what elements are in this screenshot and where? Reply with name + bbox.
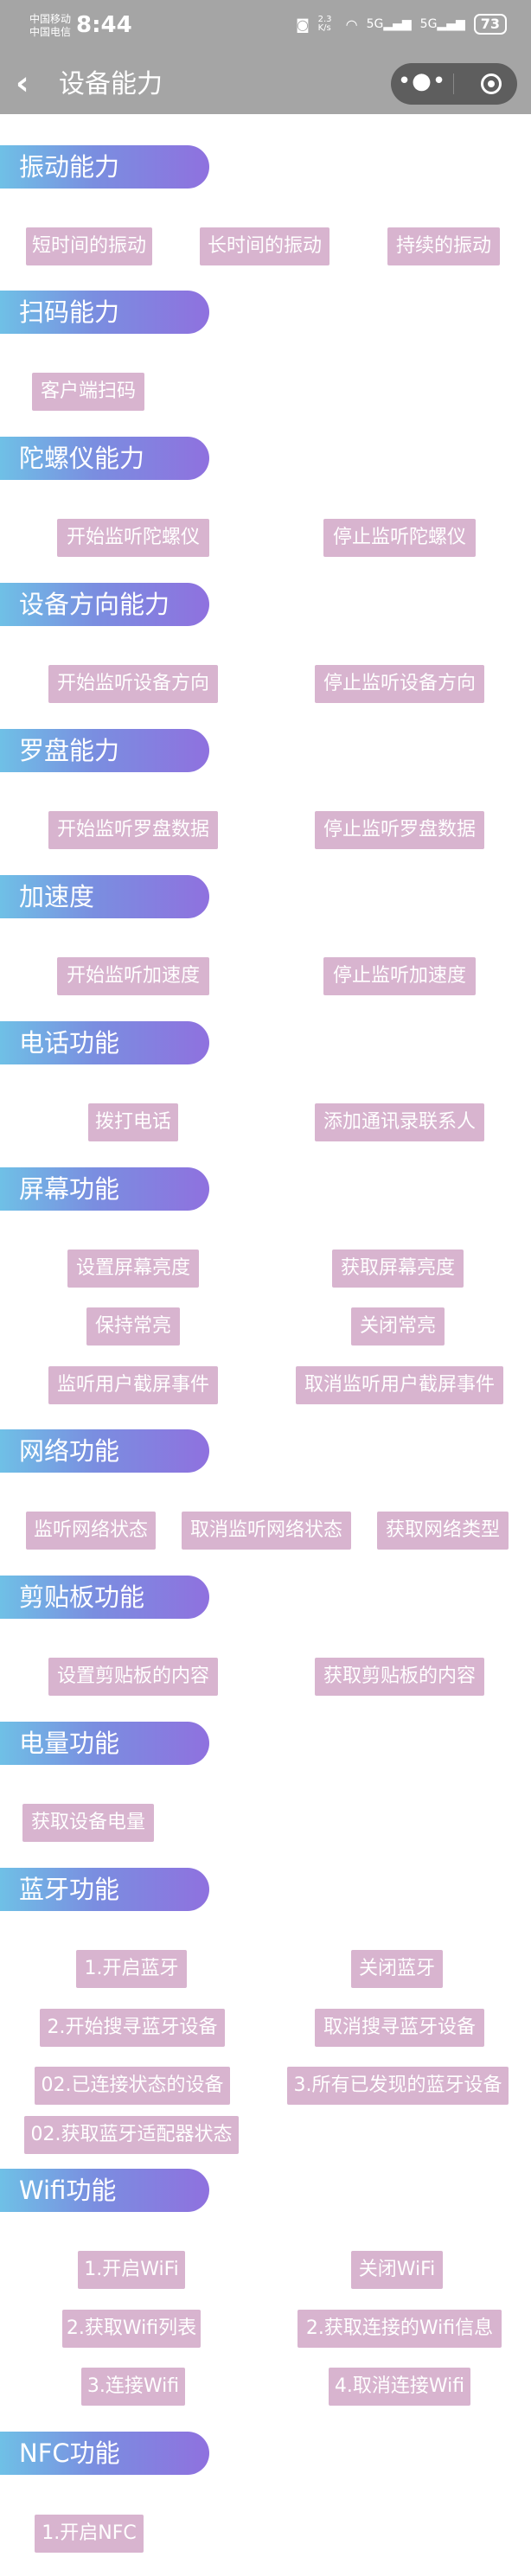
- section-header-gyroscope: 陀螺仪能力: [0, 437, 209, 480]
- carrier-info: 中国移动 中国电信: [29, 13, 71, 39]
- status-icons: ◙ 2.3 K/s ◠ 5G▂▄▆ 5G▂▄▆ 73: [296, 14, 507, 35]
- btn-open-nfc[interactable]: 1.开启NFC: [35, 2515, 144, 2553]
- btn-connect-wifi[interactable]: 3.连接Wifi: [81, 2368, 185, 2406]
- status-time: 8:44: [76, 12, 132, 38]
- btn-stop-orientation[interactable]: 停止监听设备方向: [315, 665, 484, 703]
- btn-stop-compass[interactable]: 停止监听罗盘数据: [315, 811, 484, 849]
- btn-listen-screenshot[interactable]: 监听用户截屏事件: [48, 1366, 218, 1404]
- btn-get-connected-wifi[interactable]: 2.获取连接的Wifi信息: [297, 2310, 502, 2348]
- section-header-bluetooth: 蓝牙功能: [0, 1868, 209, 1911]
- net-speed: 2.3 K/s: [317, 15, 332, 33]
- section-header-network: 网络功能: [0, 1429, 209, 1473]
- carrier-2: 中国电信: [29, 26, 72, 38]
- back-chevron-icon[interactable]: ‹: [16, 66, 42, 104]
- btn-client-scan[interactable]: 客户端扫码: [32, 373, 144, 411]
- btn-set-brightness[interactable]: 设置屏幕亮度: [67, 1250, 199, 1288]
- section-header-phone: 电话功能: [0, 1021, 209, 1064]
- btn-connected-devices[interactable]: 02.已连接状态的设备: [35, 2067, 230, 2105]
- more-dots-icon[interactable]: •●•: [391, 63, 453, 105]
- btn-start-gyroscope[interactable]: 开始监听陀螺仪: [57, 519, 209, 557]
- btn-cancel-listen-screenshot[interactable]: 取消监听用户截屏事件: [296, 1366, 503, 1404]
- top-bar: 中国移动 中国电信 8:44 ◙ 2.3 K/s ◠ 5G▂▄▆ 5G▂▄▆ 7…: [0, 0, 531, 114]
- btn-start-orientation[interactable]: 开始监听设备方向: [48, 665, 218, 703]
- battery-indicator: 73: [473, 14, 507, 35]
- page-title: 设备能力: [59, 69, 163, 99]
- mini-program-capsule: •●•: [391, 63, 517, 105]
- signal-2-icon: 5G▂▄▆: [419, 17, 465, 31]
- section-header-compass: 罗盘能力: [0, 729, 209, 772]
- btn-get-adapter-state[interactable]: 02.获取蓝牙适配器状态: [24, 2116, 239, 2154]
- section-header-screen: 屏幕功能: [0, 1167, 209, 1211]
- btn-start-compass[interactable]: 开始监听罗盘数据: [48, 811, 218, 849]
- btn-short-vibration[interactable]: 短时间的振动: [26, 227, 152, 265]
- section-header-scan: 扫码能力: [0, 291, 209, 334]
- section-header-vibration: 振动能力: [0, 145, 209, 189]
- btn-get-wifi-list[interactable]: 2.获取Wifi列表: [62, 2310, 201, 2348]
- capsule-divider: [453, 74, 454, 94]
- wifi-icon: ◠: [345, 16, 358, 33]
- btn-open-bluetooth[interactable]: 1.开启蓝牙: [76, 1950, 187, 1988]
- btn-all-discovered-devices[interactable]: 3.所有已发现的蓝牙设备: [287, 2067, 509, 2105]
- btn-stop-gyroscope[interactable]: 停止监听陀螺仪: [323, 519, 476, 557]
- btn-get-clipboard[interactable]: 获取剪贴板的内容: [315, 1658, 484, 1696]
- section-header-wifi: Wifi功能: [0, 2169, 209, 2212]
- nfc-icon: ◙: [296, 16, 310, 33]
- section-header-orientation: 设备方向能力: [0, 583, 209, 626]
- carrier-1: 中国移动: [29, 13, 72, 25]
- btn-continuous-vibration[interactable]: 持续的振动: [387, 227, 500, 265]
- btn-cancel-connect-wifi[interactable]: 4.取消连接Wifi: [329, 2368, 470, 2406]
- btn-close-wifi[interactable]: 关闭WiFi: [351, 2251, 443, 2289]
- btn-start-discovery[interactable]: 2.开始搜寻蓝牙设备: [40, 2009, 225, 2047]
- btn-long-vibration[interactable]: 长时间的振动: [200, 227, 329, 265]
- btn-start-acceleration[interactable]: 开始监听加速度: [57, 957, 209, 995]
- target-icon[interactable]: [481, 74, 502, 94]
- btn-open-wifi[interactable]: 1.开启WiFi: [78, 2251, 185, 2289]
- signal-1-icon: 5G▂▄▆: [366, 17, 412, 31]
- btn-add-contact[interactable]: 添加通讯录联系人: [315, 1103, 484, 1141]
- section-header-clipboard: 剪贴板功能: [0, 1576, 209, 1619]
- btn-listen-network[interactable]: 监听网络状态: [26, 1512, 156, 1550]
- section-header-acceleration: 加速度: [0, 875, 209, 918]
- section-header-battery: 电量功能: [0, 1722, 209, 1765]
- btn-cancel-listen-network[interactable]: 取消监听网络状态: [182, 1512, 351, 1550]
- btn-make-call[interactable]: 拨打电话: [88, 1103, 178, 1141]
- btn-get-network-type[interactable]: 获取网络类型: [377, 1512, 509, 1550]
- btn-keep-screen-on[interactable]: 保持常亮: [86, 1307, 180, 1346]
- btn-get-brightness[interactable]: 获取屏幕亮度: [332, 1250, 464, 1288]
- section-header-nfc: NFC功能: [0, 2432, 209, 2475]
- btn-stop-discovery[interactable]: 取消搜寻蓝牙设备: [315, 2009, 484, 2047]
- btn-get-battery[interactable]: 获取设备电量: [22, 1804, 154, 1842]
- btn-close-bluetooth[interactable]: 关闭蓝牙: [351, 1950, 443, 1988]
- btn-disable-keep-on[interactable]: 关闭常亮: [351, 1307, 445, 1346]
- btn-set-clipboard[interactable]: 设置剪贴板的内容: [48, 1658, 218, 1696]
- btn-stop-acceleration[interactable]: 停止监听加速度: [323, 957, 476, 995]
